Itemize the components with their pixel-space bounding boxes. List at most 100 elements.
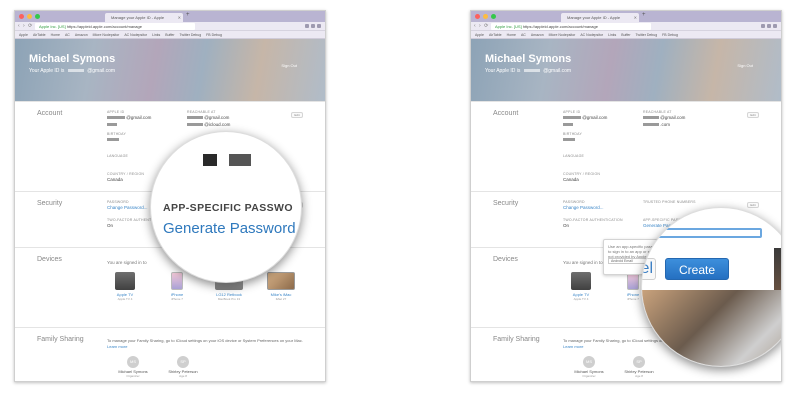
cancel-button[interactable]: el	[642, 258, 656, 280]
create-button[interactable]: Create	[665, 258, 729, 280]
redacted-value	[563, 122, 573, 127]
nav-buttons[interactable]: ‹ › ⟳	[474, 23, 489, 29]
apple-id-domain: @gmail.com	[126, 115, 152, 120]
nav-buttons[interactable]: ‹ › ⟳	[18, 23, 33, 29]
bookmark[interactable]: Links	[608, 31, 616, 38]
close-window-icon[interactable]	[19, 14, 24, 19]
bookmark[interactable]: Buffer	[621, 31, 630, 38]
reachable-email: .com	[660, 122, 671, 127]
reachable-label: REACHABLE AT	[187, 110, 216, 114]
country-value: Canada	[107, 177, 123, 182]
device-item[interactable]: iPhone iPhone 7	[159, 272, 195, 301]
change-password-link[interactable]: Change Password...	[563, 205, 604, 210]
window-controls	[475, 14, 496, 19]
member-role: Age 8	[179, 374, 187, 378]
bookmark[interactable]: Twitter Debug	[180, 31, 202, 38]
edit-security-button[interactable]: Edit	[747, 202, 759, 208]
bookmark[interactable]: AC Nodepsitor	[124, 31, 147, 38]
address-bar[interactable]: Apple Inc. [US] https://appleid.apple.co…	[35, 23, 195, 30]
apple-id-value: @gmail.com	[107, 115, 151, 120]
bookmark[interactable]: FB Debug	[206, 31, 222, 38]
extension-icon[interactable]	[767, 24, 771, 28]
bookmark[interactable]: AC	[65, 31, 70, 38]
extension-icon[interactable]	[761, 24, 765, 28]
country-label: COUNTRY / REGION	[563, 172, 601, 176]
device-model: Apple TV 4	[117, 297, 133, 301]
window-controls	[19, 14, 40, 19]
bookmark[interactable]: AirTable	[33, 31, 46, 38]
reachable-value: .com	[643, 122, 670, 127]
bookmark[interactable]: Apple	[475, 31, 484, 38]
redacted-text	[107, 123, 117, 127]
section-title: Family Sharing	[37, 336, 84, 343]
redacted-text	[107, 138, 119, 142]
maximize-window-icon[interactable]	[491, 14, 496, 19]
family-sharing-section: Family Sharing To manage your Family Sha…	[15, 327, 325, 381]
change-password-link[interactable]: Change Password...	[107, 205, 148, 210]
browser-window-right: Manage your Apple ID - Apple ✕ + ‹ › ⟳ A…	[470, 10, 782, 382]
edit-account-button[interactable]: Edit	[291, 112, 303, 118]
device-model: iPhone 7	[171, 297, 183, 301]
tab-title: Manage your Apple ID - Apple	[111, 15, 165, 20]
address-bar[interactable]: Apple Inc. [US] https://appleid.apple.co…	[491, 23, 651, 30]
maximize-window-icon[interactable]	[35, 14, 40, 19]
bookmark[interactable]: Amazon	[531, 31, 544, 38]
browser-tab[interactable]: Manage your Apple ID - Apple ✕	[105, 13, 183, 22]
tab-close-icon[interactable]: ✕	[634, 13, 637, 22]
section-title: Security	[37, 200, 63, 207]
learn-more-link[interactable]: Learn more	[563, 344, 583, 349]
birthday-label: BIRTHDAY	[563, 132, 582, 136]
bookmarks-bar: Apple AirTable Home AC Amazon iMore Node…	[15, 31, 325, 39]
extension-icon[interactable]	[773, 24, 777, 28]
bookmark[interactable]: Amazon	[75, 31, 88, 38]
extension-icon[interactable]	[311, 24, 315, 28]
close-window-icon[interactable]	[475, 14, 480, 19]
minimize-window-icon[interactable]	[27, 14, 32, 19]
bookmark[interactable]: AC	[521, 31, 526, 38]
device-item[interactable]: Apple TV Apple TV 4	[563, 272, 599, 301]
country-label: COUNTRY / REGION	[107, 172, 145, 176]
learn-more-link[interactable]: Learn more	[107, 344, 127, 349]
devices-intro: You are signed in to	[563, 260, 603, 265]
bookmark[interactable]: Apple	[19, 31, 28, 38]
device-item[interactable]: Mike's iMac iMac 27	[263, 272, 299, 301]
edit-account-button[interactable]: Edit	[747, 112, 759, 118]
tab-close-icon[interactable]: ✕	[178, 13, 181, 22]
bookmark[interactable]: AC Nodepsitor	[580, 31, 603, 38]
section-title: Security	[493, 200, 519, 207]
family-member[interactable]: MS Michael Symons Organizer	[113, 356, 153, 378]
extension-icon[interactable]	[317, 24, 321, 28]
member-role: Age 8	[635, 374, 643, 378]
avatar: MS	[127, 356, 139, 368]
new-tab-icon[interactable]: +	[642, 12, 646, 18]
profile-header: Michael Symons Your Apple ID is @gmail.c…	[15, 39, 325, 101]
bookmark[interactable]: Twitter Debug	[636, 31, 658, 38]
minimize-window-icon[interactable]	[483, 14, 488, 19]
label-input-field[interactable]	[642, 228, 762, 238]
apple-id-label: APPLE ID	[107, 110, 125, 114]
member-role: Organizer	[126, 374, 140, 378]
sign-out-link[interactable]: Sign Out	[737, 63, 753, 68]
bookmark[interactable]: iMore Nodepsitor	[549, 31, 576, 38]
extension-icon[interactable]	[305, 24, 309, 28]
apple-id-prefix: Your Apple ID is	[485, 68, 521, 74]
family-member[interactable]: SP Shirley Peterson Age 8	[163, 356, 203, 378]
browser-tab[interactable]: Manage your Apple ID - Apple ✕	[561, 13, 639, 22]
bookmark[interactable]: iMore Nodepsitor	[93, 31, 120, 38]
account-section: Account APPLE ID @gmail.com REACHABLE AT…	[471, 101, 781, 191]
redacted-text	[187, 123, 203, 127]
generate-password-link[interactable]: Generate Password..	[163, 220, 301, 237]
bookmark[interactable]: AirTable	[489, 31, 502, 38]
country-value: Canada	[563, 177, 579, 182]
device-item[interactable]: Apple TV Apple TV 4	[107, 272, 143, 301]
bookmark[interactable]: Home	[507, 31, 516, 38]
bookmark[interactable]: Buffer	[165, 31, 174, 38]
bookmark[interactable]: Links	[152, 31, 160, 38]
sign-out-link[interactable]: Sign Out	[281, 63, 297, 68]
new-tab-icon[interactable]: +	[186, 12, 190, 18]
bookmark[interactable]: Home	[51, 31, 60, 38]
two-factor-value: On	[563, 223, 570, 228]
redacted-text	[563, 138, 575, 142]
family-member[interactable]: MS Michael Symons Organizer	[569, 356, 609, 378]
bookmark[interactable]: FB Debug	[662, 31, 678, 38]
